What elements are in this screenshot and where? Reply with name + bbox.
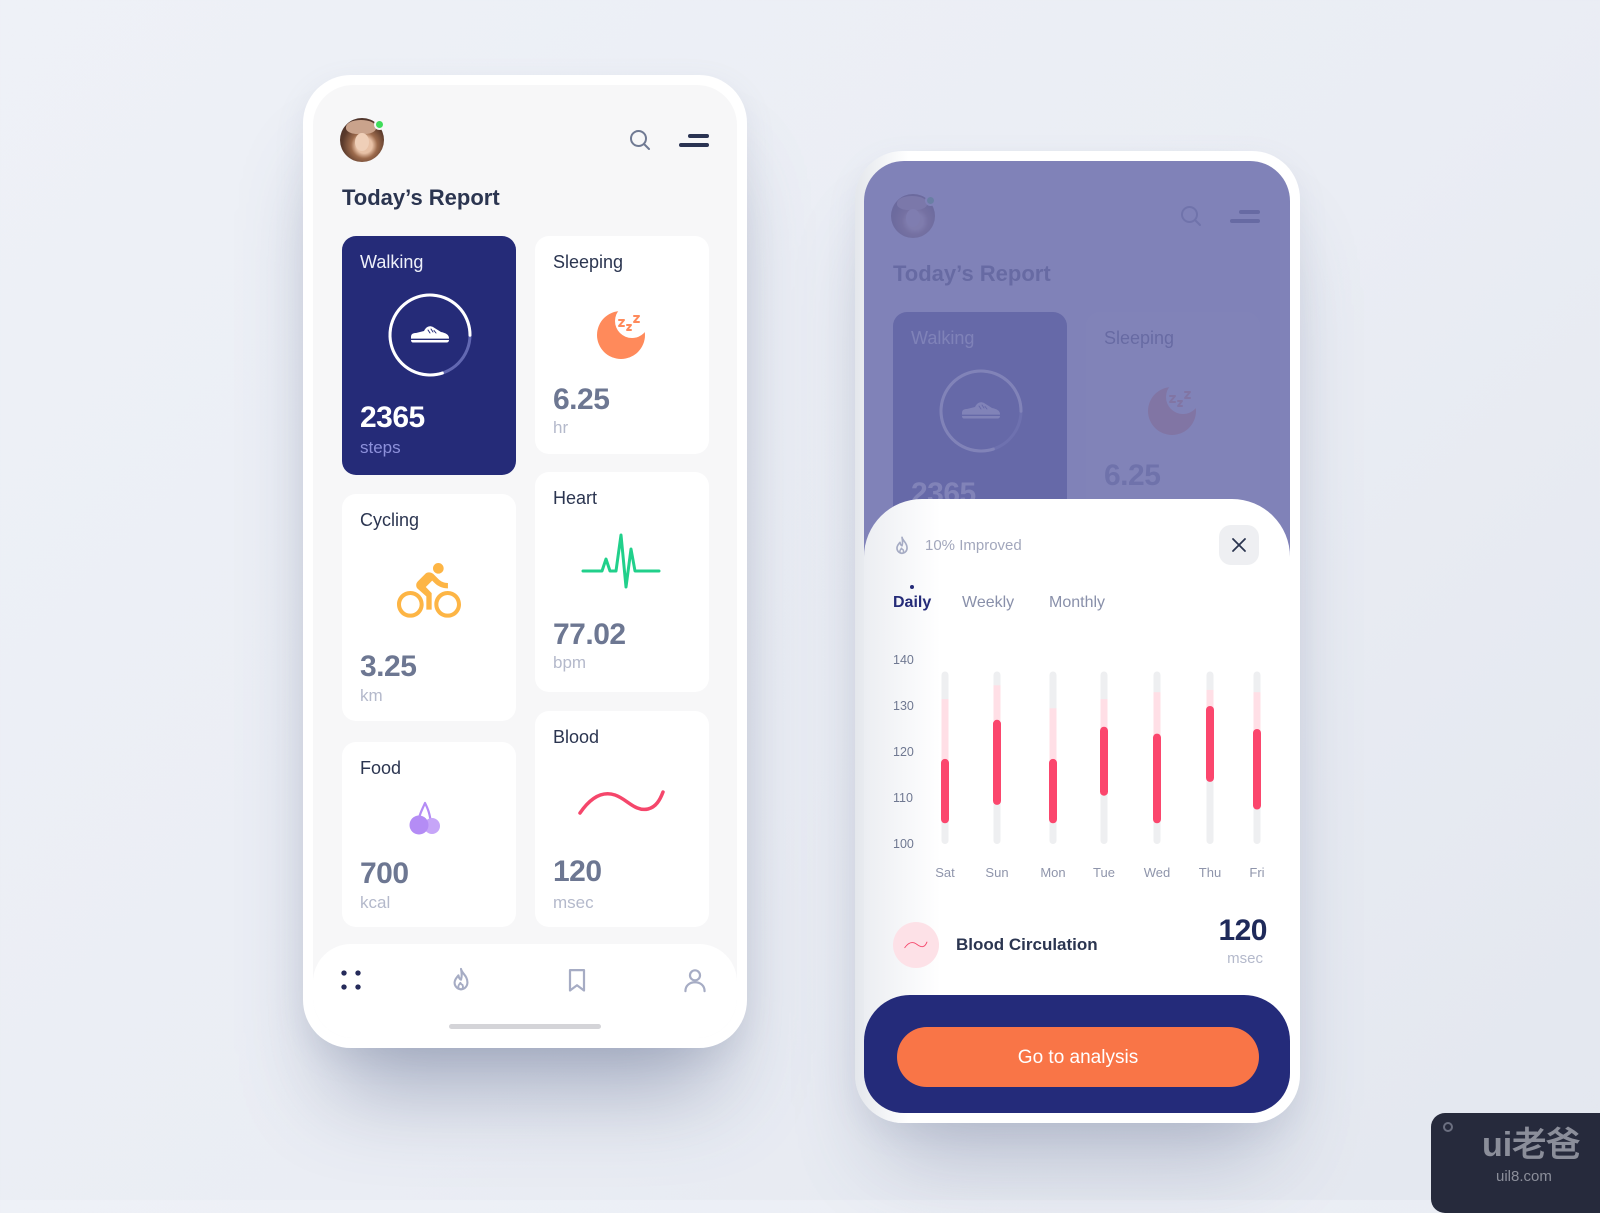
y-tick-label: 140 bbox=[893, 653, 914, 667]
cycling-card[interactable]: Cycling 3.25 km bbox=[342, 494, 516, 721]
bottom-nav bbox=[313, 944, 737, 1038]
heart-title: Heart bbox=[553, 488, 598, 508]
metric-label: Blood Circulation bbox=[956, 935, 1098, 954]
blood-circulation-badge bbox=[893, 922, 939, 968]
active-tab-indicator bbox=[910, 585, 914, 589]
menu-icon-line-top bbox=[688, 134, 709, 138]
blood-title: Blood bbox=[553, 727, 600, 747]
user-icon bbox=[681, 966, 709, 994]
heartbeat-icon bbox=[581, 531, 661, 591]
close-icon bbox=[1230, 536, 1248, 554]
home-indicator bbox=[449, 1024, 601, 1029]
sleeping-unit: hr bbox=[553, 418, 569, 437]
tab-weekly[interactable]: Weekly bbox=[962, 593, 1014, 613]
moon-sleep-icon bbox=[591, 304, 651, 364]
detail-screen: Today’s Report Walking 2365 Sleeping 6.2… bbox=[864, 161, 1290, 1113]
walking-unit: steps bbox=[360, 438, 401, 457]
x-tick-label: Thu bbox=[1199, 865, 1221, 880]
walking-title: Walking bbox=[360, 252, 424, 272]
chart-band bbox=[941, 699, 949, 762]
bookmark-icon bbox=[563, 966, 591, 994]
heart-card[interactable]: Heart 77.02 bpm bbox=[535, 472, 709, 692]
chart-band bbox=[1153, 692, 1161, 737]
chart-bar bbox=[993, 719, 1001, 805]
close-button[interactable] bbox=[1219, 525, 1259, 565]
cherry-icon bbox=[405, 798, 445, 838]
tab-daily[interactable]: Daily bbox=[893, 593, 931, 613]
grid-icon bbox=[337, 966, 365, 994]
y-tick-label: 110 bbox=[893, 791, 913, 805]
avatar-hat bbox=[346, 120, 376, 134]
chart-bar bbox=[1253, 729, 1261, 810]
chart-band bbox=[1100, 699, 1108, 730]
food-unit: kcal bbox=[360, 893, 391, 912]
flame-icon bbox=[447, 966, 475, 994]
food-value: 700 bbox=[360, 857, 409, 890]
chart-bar bbox=[1153, 733, 1161, 824]
sleeping-card[interactable]: Sleeping 6.25 hr bbox=[535, 236, 709, 454]
improvement-status: 10% Improved bbox=[925, 537, 1022, 554]
chart-band bbox=[1253, 692, 1261, 732]
go-to-analysis-button[interactable]: Go to analysis bbox=[897, 1027, 1259, 1087]
menu-button[interactable] bbox=[675, 129, 711, 151]
nav-item-profile[interactable] bbox=[681, 966, 709, 994]
phone-dashboard: Today’s Report Walking 2365 steps Sleepi… bbox=[303, 75, 747, 1048]
watermark-logo: ui老爸 bbox=[1482, 1126, 1581, 1164]
chart-bar bbox=[1100, 726, 1108, 796]
heart-value: 77.02 bbox=[553, 618, 626, 651]
metric-value: 120 bbox=[1218, 914, 1267, 947]
watermark-url: uil8.com bbox=[1496, 1168, 1552, 1185]
tab-monthly[interactable]: Monthly bbox=[1049, 593, 1105, 613]
sheet-footer: Go to analysis bbox=[864, 995, 1290, 1113]
online-status-badge bbox=[374, 119, 385, 130]
cycling-value: 3.25 bbox=[360, 650, 417, 683]
blood-card[interactable]: Blood 120 msec bbox=[535, 711, 709, 927]
walking-value: 2365 bbox=[360, 401, 425, 434]
nav-item-dashboard[interactable] bbox=[337, 966, 365, 994]
dashboard-screen: Today’s Report Walking 2365 steps Sleepi… bbox=[313, 85, 737, 1038]
x-tick-label: Wed bbox=[1144, 865, 1171, 880]
search-button[interactable] bbox=[628, 128, 652, 152]
nav-item-activity[interactable] bbox=[447, 966, 475, 994]
wave-icon bbox=[904, 937, 928, 953]
chart-bar bbox=[1206, 706, 1214, 782]
metric-unit: msec bbox=[1227, 950, 1263, 967]
x-tick-label: Tue bbox=[1093, 865, 1115, 880]
search-icon bbox=[628, 128, 652, 152]
x-tick-label: Mon bbox=[1040, 865, 1065, 880]
x-tick-label: Fri bbox=[1249, 865, 1264, 880]
wave-icon bbox=[577, 787, 667, 819]
x-tick-label: Sat bbox=[935, 865, 955, 880]
food-card[interactable]: Food 700 kcal bbox=[342, 742, 516, 927]
blood-range-chart: 140 130 120 110 100 Sat Sun Mon Tue Wed Thu Fri bbox=[893, 653, 1265, 880]
y-tick-label: 130 bbox=[893, 699, 914, 713]
phone-detail: Today’s Report Walking 2365 Sleeping 6.2… bbox=[855, 151, 1300, 1123]
bicycle-icon bbox=[397, 559, 461, 623]
food-title: Food bbox=[360, 758, 402, 778]
page-title: Today’s Report bbox=[342, 185, 500, 210]
y-tick-label: 100 bbox=[893, 837, 914, 851]
sneaker-icon bbox=[408, 322, 452, 346]
sleeping-value: 6.25 bbox=[553, 383, 610, 416]
cycling-title: Cycling bbox=[360, 510, 420, 530]
walking-card[interactable]: Walking 2365 steps bbox=[342, 236, 516, 475]
cycling-unit: km bbox=[360, 686, 383, 705]
chart-band bbox=[1049, 708, 1057, 762]
nav-item-saved[interactable] bbox=[563, 966, 591, 994]
watermark: ui老爸 uil8.com bbox=[1431, 1113, 1600, 1213]
x-tick-label: Sun bbox=[985, 865, 1008, 880]
y-tick-label: 120 bbox=[893, 745, 914, 759]
chart-band bbox=[993, 685, 1001, 723]
heart-unit: bpm bbox=[553, 653, 587, 672]
menu-icon-line-bottom bbox=[679, 143, 709, 147]
flame-icon bbox=[891, 535, 913, 557]
blood-unit: msec bbox=[553, 893, 594, 912]
detail-sheet: 10% Improved Daily Weekly Monthly 140 130… bbox=[864, 499, 1290, 1113]
chart-bar bbox=[941, 758, 949, 824]
avatar-face bbox=[355, 133, 369, 151]
blood-value: 120 bbox=[553, 855, 602, 888]
watermark-dot-icon bbox=[1443, 1122, 1453, 1132]
sleeping-title: Sleeping bbox=[553, 252, 624, 272]
chart-bar bbox=[1049, 758, 1057, 824]
